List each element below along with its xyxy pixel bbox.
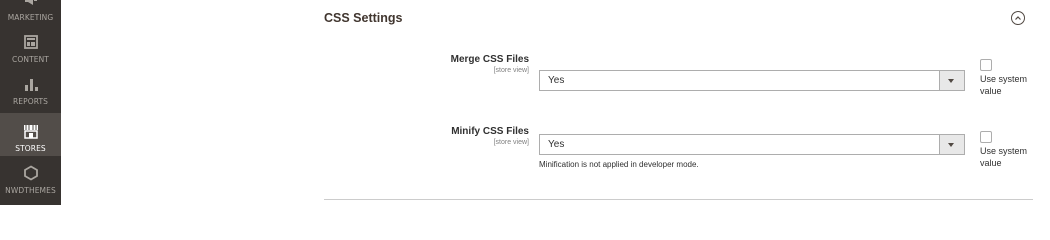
section-divider: [324, 199, 1033, 200]
minify-css-label: Minify CSS Files: [451, 126, 529, 137]
admin-sidebar: MARKETING CONTENT REPORTS STORES NWDTHEM…: [0, 0, 61, 205]
merge-css-scope: [store view]: [493, 67, 529, 74]
storefront-icon: [23, 125, 38, 139]
minify-css-dropdown-toggle[interactable]: [939, 135, 964, 154]
megaphone-icon: [24, 0, 37, 5]
chevron-up-icon: [1015, 16, 1021, 20]
collapse-section-button[interactable]: [1011, 11, 1025, 25]
minify-css-value: Yes: [548, 139, 565, 150]
nav-label-reports: REPORTS: [12, 97, 49, 106]
nav-label-content: CONTENT: [12, 55, 49, 64]
main-content: CSS Settings Merge CSS Files [store view…: [61, 0, 1050, 205]
merge-css-use-system-checkbox[interactable]: [980, 59, 992, 71]
nav-item-reports[interactable]: REPORTS: [0, 67, 61, 109]
merge-css-label: Merge CSS Files: [450, 54, 529, 65]
minify-css-select[interactable]: Yes: [539, 134, 965, 155]
hexagon-icon: [23, 165, 38, 181]
merge-css-use-system-label: Use system value: [980, 74, 1028, 96]
nav-item-content[interactable]: CONTENT: [0, 25, 61, 67]
minify-css-use-system-checkbox[interactable]: [980, 131, 992, 143]
nav-label-nwdthemes: NWDTHEMES: [5, 186, 56, 195]
nav-label-stores: STORES: [15, 144, 46, 153]
merge-css-select[interactable]: Yes: [539, 70, 965, 91]
minify-css-note: Minification is not applied in developer…: [539, 160, 699, 169]
nav-item-marketing[interactable]: MARKETING: [0, 0, 61, 25]
chevron-down-icon: [948, 143, 954, 147]
chevron-down-icon: [948, 79, 954, 83]
bar-chart-icon: [24, 79, 38, 91]
merge-css-value: Yes: [548, 75, 565, 86]
nav-item-stores[interactable]: STORES: [0, 113, 61, 156]
layout-icon: [23, 35, 38, 49]
minify-css-use-system-label: Use system value: [980, 146, 1028, 168]
minify-css-scope: [store view]: [493, 139, 529, 146]
nav-item-nwdthemes[interactable]: NWDTHEMES: [0, 156, 61, 198]
section-title: CSS Settings: [324, 11, 403, 25]
merge-css-dropdown-toggle[interactable]: [939, 71, 964, 90]
nav-label-marketing: MARKETING: [7, 13, 54, 22]
